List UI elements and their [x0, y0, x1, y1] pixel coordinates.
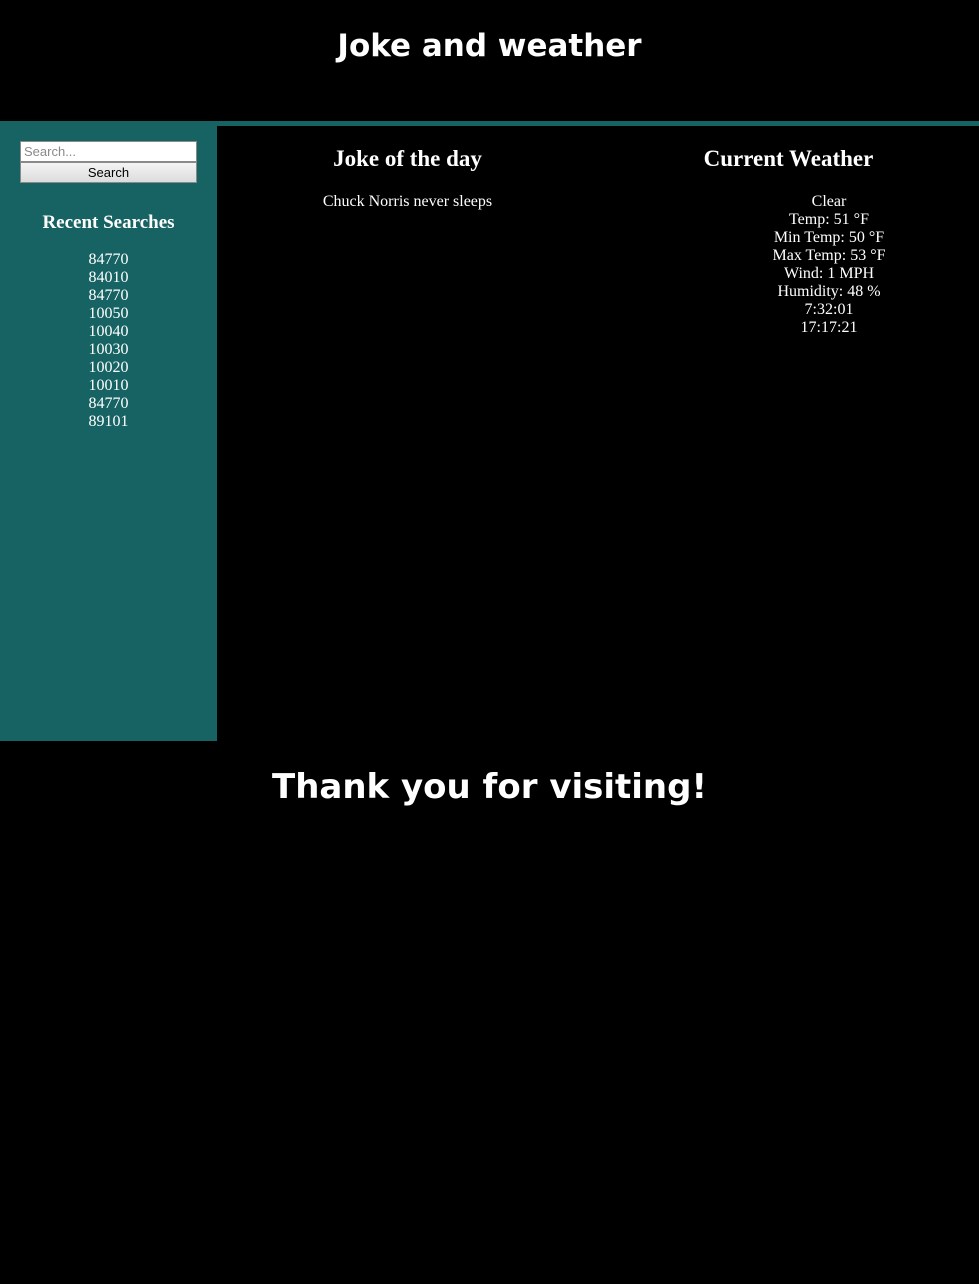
- weather-wind: Wind: 1 MPH: [783, 265, 875, 282]
- site-title: Joke and weather: [337, 28, 642, 64]
- weather-temp: Temp: 51 °F: [789, 211, 869, 228]
- search-input[interactable]: [20, 141, 197, 162]
- weather-title: Current Weather: [703, 146, 874, 171]
- weather-humidity: Humidity: 48 %: [777, 283, 881, 300]
- recent-searches-list: 84770 84010 84770 10050 10040 10030 1002…: [0, 251, 217, 431]
- weather-min-temp: Min Temp: 50 °F: [773, 229, 885, 246]
- recent-search-item[interactable]: 10020: [0, 359, 217, 377]
- recent-search-item[interactable]: 84010: [0, 269, 217, 287]
- site-header: Joke and weather: [0, 0, 979, 121]
- weather-max-temp: Max Temp: 53 °F: [772, 247, 886, 264]
- weather-condition: Clear: [811, 193, 847, 210]
- recent-search-item[interactable]: 10050: [0, 305, 217, 323]
- search-button[interactable]: Search: [20, 162, 197, 183]
- joke-text: Chuck Norris never sleeps: [322, 193, 493, 210]
- sidebar: Search Recent Searches 84770 84010 84770…: [0, 126, 217, 741]
- recent-search-item[interactable]: 84770: [0, 287, 217, 305]
- weather-details: Clear Temp: 51 °F Min Temp: 50 °F Max Te…: [754, 193, 904, 337]
- footer-message: Thank you for visiting!: [272, 767, 707, 807]
- recent-search-item[interactable]: 10030: [0, 341, 217, 359]
- joke-title: Joke of the day: [333, 146, 482, 171]
- recent-search-item[interactable]: 10010: [0, 377, 217, 395]
- recent-search-item[interactable]: 84770: [0, 251, 217, 269]
- site-footer: Thank you for visiting!: [0, 741, 979, 1284]
- weather-sunrise: 7:32:01: [804, 301, 854, 318]
- recent-search-item[interactable]: 10040: [0, 323, 217, 341]
- recent-searches-title: Recent Searches: [42, 212, 175, 233]
- weather-sunset: 17:17:21: [800, 319, 858, 336]
- recent-search-item[interactable]: 89101: [0, 413, 217, 431]
- recent-search-item[interactable]: 84770: [0, 395, 217, 413]
